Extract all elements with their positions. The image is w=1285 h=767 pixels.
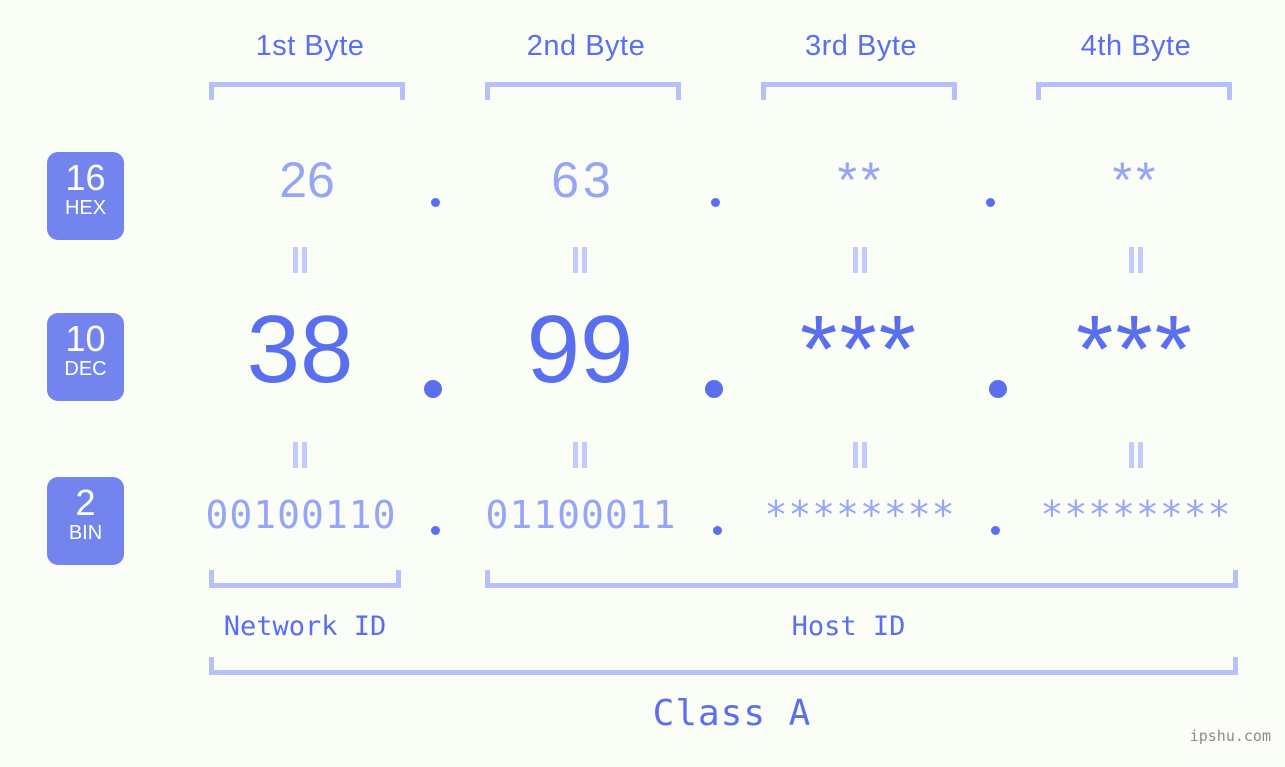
dec-byte-4: *** [1075, 296, 1195, 403]
byte-header-3: 3rd Byte [805, 30, 917, 62]
equals-separator-hex-dec-2 [569, 247, 591, 273]
equals-separator-dec-bin-4 [1125, 442, 1147, 468]
hex-byte-4: ** [1112, 152, 1160, 208]
watermark: ipshu.com [1189, 727, 1271, 745]
byte-header-2: 2nd Byte [526, 30, 646, 62]
bin-byte-2: 01100011 [485, 493, 677, 537]
base-badge-dec: 10 DEC [47, 313, 124, 401]
bin-dot-separator-1 [431, 526, 440, 535]
dec-dot-separator-1 [424, 380, 442, 398]
dec-byte-1: 38 [246, 296, 354, 403]
hex-dot-separator-2 [711, 198, 720, 207]
bin-byte-3: ******** [764, 493, 956, 537]
equals-separator-hex-dec-1 [289, 247, 311, 273]
dec-byte-2: 99 [526, 296, 634, 403]
bin-byte-1: 00100110 [205, 493, 397, 537]
base-badge-bin: 2 BIN [47, 477, 124, 565]
byte-bracket-1 [209, 82, 405, 100]
base-badge-bin-number: 2 [75, 482, 96, 523]
class-bracket [209, 657, 1238, 675]
dec-dot-separator-2 [705, 380, 723, 398]
base-badge-hex: 16 HEX [47, 152, 124, 240]
equals-separator-hex-dec-4 [1125, 247, 1147, 273]
hex-dot-separator-1 [431, 198, 440, 207]
base-badge-hex-name: HEX [64, 197, 107, 219]
byte-bracket-2 [485, 82, 681, 100]
network-id-bracket [209, 570, 401, 588]
base-badge-dec-name: DEC [64, 358, 107, 380]
base-badge-dec-number: 10 [65, 318, 106, 359]
bin-dot-separator-3 [991, 526, 1000, 535]
equals-separator-dec-bin-1 [289, 442, 311, 468]
network-id-label: Network ID [223, 611, 387, 642]
hex-dot-separator-3 [986, 198, 995, 207]
hex-byte-1: 26 [279, 152, 335, 208]
ip-address-breakdown-diagram: 1st Byte 2nd Byte 3rd Byte 4th Byte 16 H… [0, 0, 1285, 767]
dec-byte-3: *** [799, 296, 919, 403]
class-label: Class A [652, 693, 812, 734]
bin-byte-4: ******** [1040, 493, 1232, 537]
byte-bracket-4 [1036, 82, 1232, 100]
host-id-label: Host ID [791, 611, 906, 642]
byte-header-1: 1st Byte [255, 30, 365, 62]
hex-byte-2: 63 [551, 152, 615, 208]
hex-byte-3: ** [837, 152, 885, 208]
equals-separator-dec-bin-3 [849, 442, 871, 468]
equals-separator-dec-bin-2 [569, 442, 591, 468]
host-id-bracket [485, 570, 1238, 588]
byte-bracket-3 [761, 82, 957, 100]
dec-dot-separator-3 [989, 380, 1007, 398]
bin-dot-separator-2 [713, 526, 722, 535]
base-badge-bin-name: BIN [68, 522, 103, 544]
equals-separator-hex-dec-3 [849, 247, 871, 273]
base-badge-hex-number: 16 [65, 157, 106, 198]
byte-header-4: 4th Byte [1080, 30, 1192, 62]
